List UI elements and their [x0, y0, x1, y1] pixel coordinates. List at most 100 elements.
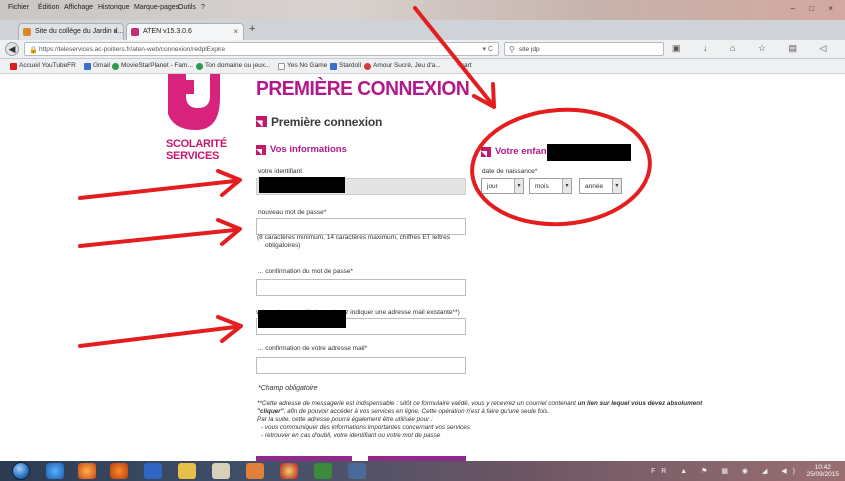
- search-bar[interactable]: ⚲ site jdp: [504, 42, 664, 56]
- bookmark-label: MovieStarPlanet - Fam...: [121, 62, 193, 69]
- lock-icon: 🔒: [29, 47, 38, 54]
- bookmark-item[interactable]: Accueil YouTubeFR: [10, 62, 76, 70]
- page-icon: [278, 63, 285, 70]
- required-note: *Champ obligatoire: [258, 385, 318, 392]
- bookmark-item[interactable]: Stardoll: [330, 62, 361, 70]
- favicon-icon: [23, 28, 31, 36]
- menu-aide[interactable]: ?: [201, 4, 205, 11]
- bookmark-label: Gmail: [93, 62, 110, 69]
- birth-month-select[interactable]: mois ▼: [529, 178, 572, 194]
- vos-informations-heading: Vos informations: [256, 144, 347, 155]
- media-icon[interactable]: [110, 463, 128, 479]
- identifiant-label: votre identifiant: [258, 168, 303, 175]
- powerpoint-icon[interactable]: [246, 463, 264, 479]
- navigation-bar: ◀ 🔒 https://teleservices.ac-poitiers.fr/…: [0, 40, 845, 59]
- page-content: SCOLARITÉ SERVICES PREMIÈRE CONNEXION Pr…: [0, 74, 845, 462]
- section-title-text: Première connexion: [271, 115, 383, 129]
- url-bar[interactable]: 🔒 https://teleservices.ac-poitiers.fr/at…: [24, 42, 499, 56]
- bookmark-item[interactable]: Gmail: [84, 62, 110, 70]
- app-icon[interactable]: [348, 463, 366, 479]
- menu-fichier[interactable]: Fichier: [8, 4, 29, 11]
- menu-edition[interactable]: Édition: [38, 4, 59, 11]
- new-tab-button[interactable]: +: [249, 23, 255, 35]
- paint-icon[interactable]: [212, 463, 230, 479]
- app-icon[interactable]: [280, 463, 298, 479]
- tab-label: Site du collège du Jardin d...: [35, 28, 124, 35]
- redacted-identifiant: [259, 177, 345, 193]
- search-value: site jdp: [519, 46, 540, 53]
- close-icon[interactable]: ×: [113, 27, 118, 36]
- firefox-icon[interactable]: [78, 463, 96, 479]
- day-value: jour: [487, 183, 498, 190]
- bookmark-item[interactable]: MovieStarPlanet - Fam...: [112, 62, 193, 70]
- clock[interactable]: 10:42 25/09/2015: [806, 464, 839, 478]
- page-title: PREMIÈRE CONNEXION: [256, 78, 470, 100]
- birth-date-label: date de naissance*: [482, 168, 538, 175]
- close-icon[interactable]: ×: [233, 27, 238, 36]
- menu-outils[interactable]: Outils: [178, 4, 196, 11]
- heart-icon: [364, 63, 371, 70]
- birth-year-select[interactable]: année ▼: [579, 178, 622, 194]
- footnote-text: **Cette adresse de messagerie est indisp…: [257, 400, 578, 407]
- system-tray[interactable]: FR ▲ ⚑ ▦ ◉ ◢ ◀): [651, 467, 801, 475]
- bookmark-item[interactable]: Amour Sucré, Jeu d'a...: [364, 62, 441, 70]
- bookmark-item[interactable]: Ton domaine ou jeux...: [196, 62, 271, 70]
- internet-explorer-icon[interactable]: [46, 463, 64, 479]
- app-icon[interactable]: [314, 463, 332, 479]
- menu-marque-pages[interactable]: Marque-pages: [134, 4, 179, 11]
- birth-day-select[interactable]: jour ▼: [481, 178, 524, 194]
- screenshot: Fichier Édition Affichage Historique Mar…: [0, 0, 845, 481]
- footnote-bullet: - vous communiquer des informations impo…: [261, 424, 470, 431]
- vos-informations-text: Vos informations: [270, 144, 347, 155]
- chevron-down-icon: ▼: [514, 179, 523, 193]
- page-icon: [84, 63, 91, 70]
- start-button[interactable]: [12, 462, 30, 480]
- youtube-icon: [10, 63, 17, 70]
- year-value: année: [585, 183, 604, 190]
- password-note-line: (8 caractères minimum, 14 caractères max…: [257, 234, 451, 241]
- bookmark-item[interactable]: Yes No Game: [278, 62, 327, 70]
- menu-bar: Fichier Édition Affichage Historique Mar…: [0, 0, 845, 20]
- word-icon[interactable]: [144, 463, 162, 479]
- votre-enfant-text: Votre enfant:: [495, 146, 553, 157]
- logo-text: SCOLARITÉ SERVICES: [166, 138, 227, 162]
- page-icon: [330, 63, 337, 70]
- bookmark-item[interactable]: +cart: [448, 62, 472, 69]
- new-password-input[interactable]: [256, 218, 466, 235]
- redacted-email: [258, 310, 346, 328]
- tab-aten[interactable]: ATEN v15.3.0.6 ×: [126, 23, 244, 40]
- favicon-icon: [131, 28, 139, 36]
- month-value: mois: [535, 183, 549, 190]
- scolarite-logo-icon: [168, 74, 220, 130]
- url-text: https://teleservices.ac-poitiers.fr/aten…: [39, 46, 226, 53]
- chevron-down-icon: ▼: [562, 179, 571, 193]
- redacted-child-name: [547, 144, 631, 161]
- folder-icon[interactable]: [178, 463, 196, 479]
- footnote-paragraph: **Cette adresse de messagerie est indisp…: [257, 400, 717, 416]
- window-controls[interactable]: – □ ×: [791, 4, 839, 13]
- confirm-email-label: ... confirmation de votre adresse mail*: [258, 345, 368, 352]
- password-note: (8 caractères minimum, 14 caractères max…: [257, 234, 450, 250]
- logo-line-1: SCOLARITÉ: [166, 138, 227, 150]
- confirm-email-input[interactable]: [256, 357, 466, 374]
- reload-icon[interactable]: ▾ C: [482, 45, 493, 53]
- bookmark-label: +cart: [457, 62, 472, 69]
- windows-taskbar: FR ▲ ⚑ ▦ ◉ ◢ ◀) 10:42 25/09/2015: [0, 461, 845, 481]
- footnote-bullet: - retrouver en cas d'oubli, votre identi…: [261, 432, 441, 439]
- tab-label: ATEN v15.3.0.6: [143, 28, 192, 35]
- confirm-password-label: ... confirmation du mot de passe*: [258, 268, 354, 275]
- chevron-down-icon: ▼: [612, 179, 621, 193]
- footnote-paragraph: Par la suite, cette adresse pourra égale…: [257, 416, 433, 423]
- votre-enfant-heading: Votre enfant:: [481, 146, 553, 157]
- tab-college[interactable]: Site du collège du Jardin d... ×: [18, 23, 124, 40]
- globe-icon: [112, 63, 119, 70]
- menu-affichage[interactable]: Affichage: [64, 4, 93, 11]
- bookmark-label: Ton domaine ou jeux...: [205, 62, 271, 69]
- section-title: Première connexion: [256, 115, 382, 129]
- back-button[interactable]: ◀: [5, 42, 19, 56]
- globe-icon: [196, 63, 203, 70]
- menu-historique[interactable]: Historique: [98, 4, 130, 11]
- search-icon: ⚲: [509, 45, 515, 54]
- toolbar-icons[interactable]: ▣ ↓ ⌂ ☆ ▤ ◁ ⇥ ▥ ≡: [672, 43, 845, 54]
- confirm-password-input[interactable]: [256, 279, 466, 296]
